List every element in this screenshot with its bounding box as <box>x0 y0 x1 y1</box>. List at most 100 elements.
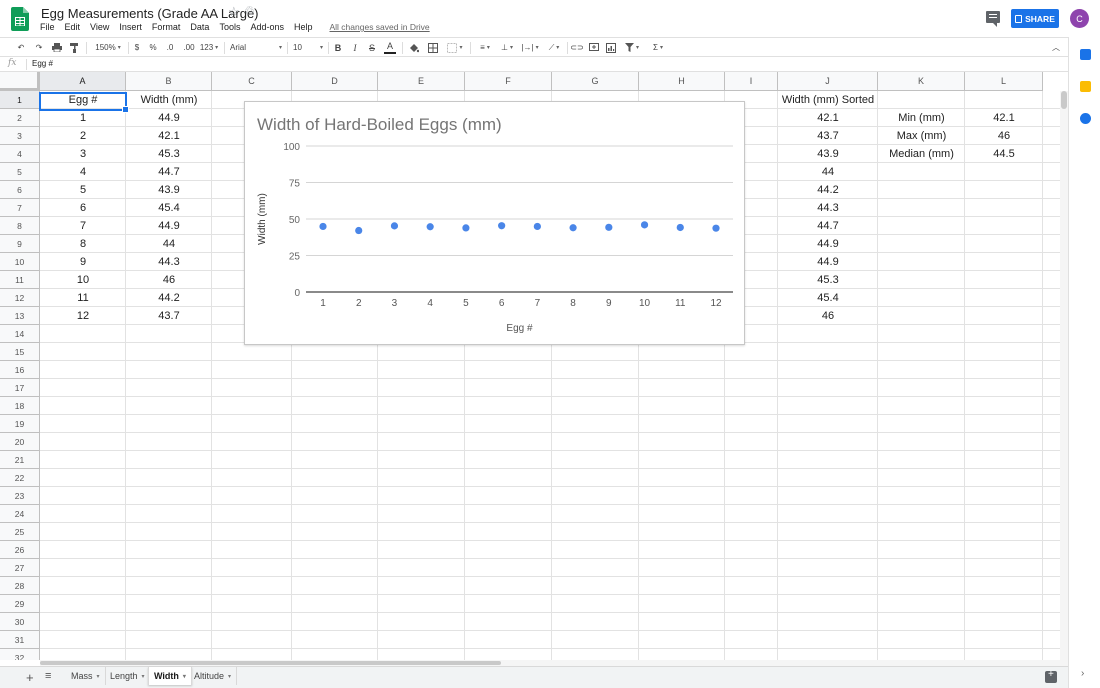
row-header-20[interactable]: 20 <box>0 433 40 451</box>
row-header-19[interactable]: 19 <box>0 415 40 433</box>
row-header-10[interactable]: 10 <box>0 253 40 271</box>
save-status[interactable]: All changes saved in Drive <box>330 22 430 32</box>
cell-a6[interactable]: 5 <box>40 181 126 199</box>
strikethrough-button[interactable]: S <box>367 40 377 55</box>
cell-j3[interactable]: 43.7 <box>778 127 878 145</box>
cell-a7[interactable]: 6 <box>40 199 126 217</box>
row-header-9[interactable]: 9 <box>0 235 40 253</box>
row-header-30[interactable]: 30 <box>0 613 40 631</box>
insert-chart-icon[interactable] <box>605 40 617 55</box>
sheet-tab-mass[interactable]: Mass <box>66 667 106 685</box>
menu-format[interactable]: Format <box>147 21 186 33</box>
redo-icon[interactable]: ↷ <box>32 40 46 55</box>
row-header-29[interactable]: 29 <box>0 595 40 613</box>
menu-add-ons[interactable]: Add-ons <box>245 21 289 33</box>
print-icon[interactable] <box>50 40 64 55</box>
cell-a10[interactable]: 9 <box>40 253 126 271</box>
sheet-tab-altitude[interactable]: Altitude <box>189 667 238 685</box>
move-to-folder-icon[interactable]: ♲ <box>244 4 255 18</box>
scatter-chart[interactable]: Width of Hard-Boiled Eggs (mm) 0 25 50 75 100… <box>244 101 745 345</box>
column-header-i[interactable]: I <box>725 72 778 91</box>
cell-j10[interactable]: 44.9 <box>778 253 878 271</box>
row-header-26[interactable]: 26 <box>0 541 40 559</box>
cell-j5[interactable]: 44 <box>778 163 878 181</box>
cell-j7[interactable]: 44.3 <box>778 199 878 217</box>
column-header-j[interactable]: J <box>778 72 878 91</box>
cell-k4[interactable]: Median (mm) <box>878 145 965 163</box>
percent-format-button[interactable]: % <box>148 40 158 55</box>
row-header-16[interactable]: 16 <box>0 361 40 379</box>
cell-b3[interactable]: 42.1 <box>126 127 212 145</box>
show-side-panel-icon[interactable]: › <box>1081 668 1084 679</box>
cell-j13[interactable]: 46 <box>778 307 878 325</box>
menu-data[interactable]: Data <box>185 21 214 33</box>
cell-a3[interactable]: 2 <box>40 127 126 145</box>
decrease-decimal-button[interactable]: .0 <box>163 40 177 55</box>
row-header-32[interactable]: 32 <box>0 649 40 660</box>
column-header-f[interactable]: F <box>465 72 552 91</box>
zoom-select[interactable]: 150% <box>92 40 124 55</box>
insert-link-icon[interactable]: ⊂⊃ <box>570 40 583 55</box>
calendar-icon[interactable] <box>1080 49 1091 60</box>
column-header-c[interactable]: C <box>212 72 292 91</box>
cell-a5[interactable]: 4 <box>40 163 126 181</box>
cell-j11[interactable]: 45.3 <box>778 271 878 289</box>
row-header-15[interactable]: 15 <box>0 343 40 361</box>
row-header-27[interactable]: 27 <box>0 559 40 577</box>
share-button[interactable]: SHARE <box>1011 9 1059 28</box>
menu-insert[interactable]: Insert <box>114 21 147 33</box>
row-header-31[interactable]: 31 <box>0 631 40 649</box>
cell-a4[interactable]: 3 <box>40 145 126 163</box>
column-header-l[interactable]: L <box>965 72 1043 91</box>
cell-k3[interactable]: Max (mm) <box>878 127 965 145</box>
cell-k2[interactable]: Min (mm) <box>878 109 965 127</box>
text-rotation-icon[interactable]: ⟋ <box>543 40 565 55</box>
cell-j2[interactable]: 42.1 <box>778 109 878 127</box>
row-header-6[interactable]: 6 <box>0 181 40 199</box>
sheets-logo-icon[interactable] <box>11 7 29 31</box>
cell-b1[interactable]: Width (mm) <box>126 91 212 109</box>
increase-decimal-button[interactable]: .00 <box>182 40 196 55</box>
cell-j1[interactable]: Width (mm) Sorted <box>778 91 878 109</box>
sheet-tab-length[interactable]: Length <box>105 667 151 685</box>
row-header-7[interactable]: 7 <box>0 199 40 217</box>
cell-j8[interactable]: 44.7 <box>778 217 878 235</box>
avatar[interactable]: C <box>1070 9 1089 28</box>
row-header-3[interactable]: 3 <box>0 127 40 145</box>
row-header-21[interactable]: 21 <box>0 451 40 469</box>
cell-a11[interactable]: 10 <box>40 271 126 289</box>
paint-format-icon[interactable] <box>67 40 81 55</box>
cell-j12[interactable]: 45.4 <box>778 289 878 307</box>
row-header-17[interactable]: 17 <box>0 379 40 397</box>
star-icon[interactable]: ☆ <box>228 4 240 20</box>
comments-icon[interactable] <box>986 11 1000 27</box>
row-header-23[interactable]: 23 <box>0 487 40 505</box>
row-header-11[interactable]: 11 <box>0 271 40 289</box>
cell-l2[interactable]: 42.1 <box>965 109 1043 127</box>
cell-a12[interactable]: 11 <box>40 289 126 307</box>
explore-button[interactable] <box>1045 669 1057 683</box>
menu-help[interactable]: Help <box>289 21 318 33</box>
row-header-5[interactable]: 5 <box>0 163 40 181</box>
more-formats-select[interactable]: 123 <box>199 40 219 55</box>
row-header-2[interactable]: 2 <box>0 109 40 127</box>
row-header-22[interactable]: 22 <box>0 469 40 487</box>
cell-b5[interactable]: 44.7 <box>126 163 212 181</box>
cell-b2[interactable]: 44.9 <box>126 109 212 127</box>
cell-a9[interactable]: 8 <box>40 235 126 253</box>
column-header-k[interactable]: K <box>878 72 965 91</box>
italic-button[interactable]: I <box>350 40 360 55</box>
column-header-h[interactable]: H <box>639 72 725 91</box>
cell-a8[interactable]: 7 <box>40 217 126 235</box>
row-header-12[interactable]: 12 <box>0 289 40 307</box>
row-header-4[interactable]: 4 <box>0 145 40 163</box>
row-header-13[interactable]: 13 <box>0 307 40 325</box>
row-header-18[interactable]: 18 <box>0 397 40 415</box>
cell-j6[interactable]: 44.2 <box>778 181 878 199</box>
keep-icon[interactable] <box>1080 81 1091 92</box>
row-header-8[interactable]: 8 <box>0 217 40 235</box>
cell-b9[interactable]: 44 <box>126 235 212 253</box>
text-wrapping-icon[interactable]: |→| <box>519 40 541 55</box>
cell-b11[interactable]: 46 <box>126 271 212 289</box>
select-all-corner[interactable] <box>0 72 40 91</box>
